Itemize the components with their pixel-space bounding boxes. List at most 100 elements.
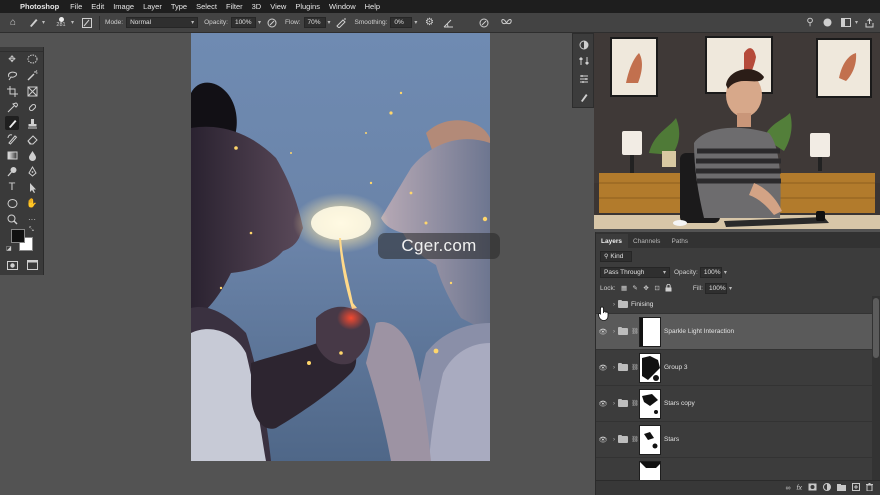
home-icon[interactable]: ⌂ — [6, 16, 20, 30]
magic-wand-tool-icon[interactable] — [25, 68, 39, 82]
menu-3d[interactable]: 3D — [252, 2, 262, 11]
menu-help[interactable]: Help — [365, 2, 380, 11]
mask-link-icon[interactable]: ⛓ — [631, 400, 639, 407]
group-expand-chevron-icon[interactable]: › — [610, 401, 618, 407]
clone-stamp-tool-icon[interactable] — [25, 116, 39, 130]
fill-chevron-icon[interactable]: ▾ — [729, 285, 732, 292]
menu-edit[interactable]: Edit — [91, 2, 104, 11]
menu-filter[interactable]: Filter — [226, 2, 243, 11]
brush-preset-chevron-icon[interactable]: ▾ — [71, 19, 74, 26]
type-tool-icon[interactable]: T — [5, 180, 19, 194]
eraser-tool-icon[interactable] — [25, 132, 39, 146]
layer-row-stars-copy[interactable]: 👁 › ⛓ Stars copy — [596, 386, 873, 422]
flow-input[interactable]: 70% — [303, 17, 326, 28]
help-icon[interactable] — [821, 16, 835, 30]
new-layer-icon[interactable] — [852, 483, 860, 493]
layer-mask-thumbnail[interactable] — [639, 352, 661, 383]
add-mask-icon[interactable] — [808, 483, 817, 493]
quick-mask-icon[interactable] — [5, 258, 19, 272]
ellipse-tool-icon[interactable] — [5, 196, 19, 210]
layer-mask-thumbnail[interactable] — [639, 316, 661, 347]
blend-mode-select[interactable]: Pass Through ▾ — [600, 266, 670, 278]
pressure-opacity-icon[interactable] — [265, 16, 279, 30]
screen-mode-icon[interactable] — [25, 258, 39, 272]
fx-icon[interactable]: fx — [797, 485, 802, 492]
smoothing-input[interactable]: 0% — [390, 17, 413, 28]
swap-colors-icon[interactable]: ⤡ — [29, 227, 34, 234]
mask-link-icon[interactable]: ⛓ — [631, 328, 639, 335]
brush-settings-icon[interactable] — [80, 16, 94, 30]
properties-panel-icon[interactable] — [578, 55, 590, 67]
smoothing-chevron-icon[interactable]: ▾ — [414, 19, 417, 26]
dodge-tool-icon[interactable] — [5, 164, 19, 178]
eye-icon[interactable]: 👁 — [596, 436, 610, 444]
menu-window[interactable]: Window — [329, 2, 356, 11]
marquee-tool-icon[interactable] — [25, 52, 39, 66]
mask-link-icon[interactable]: ⛓ — [631, 436, 639, 443]
airbrush-icon[interactable] — [335, 16, 349, 30]
menu-type[interactable]: Type — [171, 2, 187, 11]
gradient-tool-icon[interactable] — [5, 148, 19, 162]
new-group-icon[interactable] — [837, 483, 846, 493]
eyedropper-tool-icon[interactable] — [5, 100, 19, 114]
menu-select[interactable]: Select — [196, 2, 217, 11]
tab-layers[interactable]: Layers — [596, 234, 628, 248]
kind-filter-select[interactable]: ⚲ Kind — [600, 250, 632, 262]
group-expand-chevron-icon[interactable]: › — [610, 437, 618, 443]
brush-tool-icon[interactable] — [5, 116, 19, 130]
share-icon[interactable] — [862, 16, 876, 30]
hand-tool-icon[interactable]: ✋ — [25, 196, 39, 210]
link-layers-icon[interactable]: ∞ — [786, 485, 791, 492]
lock-position-icon[interactable]: ✥ — [642, 284, 651, 293]
eye-icon[interactable]: 👁 — [596, 328, 610, 336]
lock-image-pixels-icon[interactable]: ✎ — [631, 284, 640, 293]
color-panel-icon[interactable] — [578, 39, 590, 51]
menu-plugins[interactable]: Plugins — [295, 2, 320, 11]
layer-row-partial[interactable] — [596, 458, 873, 480]
menu-file[interactable]: File — [70, 2, 82, 11]
adjustment-layer-icon[interactable] — [823, 483, 831, 493]
opacity-input[interactable]: 100% — [230, 17, 256, 28]
tab-channels[interactable]: Channels — [628, 234, 666, 248]
eye-icon[interactable]: 👁 — [596, 400, 610, 408]
crop-tool-icon[interactable] — [5, 84, 19, 98]
app-name[interactable]: Photoshop — [20, 2, 59, 11]
layer-mask-thumbnail[interactable] — [639, 388, 661, 419]
layer-mask-thumbnail[interactable] — [639, 424, 661, 455]
history-brush-tool-icon[interactable] — [5, 132, 19, 146]
mode-select[interactable]: Normal ▾ — [126, 17, 199, 28]
menu-layer[interactable]: Layer — [143, 2, 162, 11]
more-tools-icon[interactable]: ··· — [25, 212, 39, 226]
smoothing-options-gear-icon[interactable]: ⚙ — [422, 16, 436, 30]
eye-icon[interactable]: 👁 — [596, 364, 610, 372]
layer-row-finising[interactable]: › Finising — [596, 296, 873, 314]
layer-opacity-input[interactable]: 100% — [699, 266, 722, 278]
blur-tool-icon[interactable] — [25, 148, 39, 162]
mask-link-icon[interactable]: ⛓ — [631, 364, 639, 371]
lock-artboard-icon[interactable]: ⊡ — [653, 284, 662, 293]
healing-brush-tool-icon[interactable] — [25, 100, 39, 114]
lock-all-icon[interactable] — [664, 284, 673, 293]
delete-layer-icon[interactable] — [866, 483, 873, 493]
default-colors-icon[interactable]: ◪ — [6, 245, 12, 252]
workspace-icon[interactable] — [839, 16, 853, 30]
pressure-size-icon[interactable] — [477, 16, 491, 30]
zoom-tool-icon[interactable] — [5, 212, 19, 226]
tool-preset-chevron-icon[interactable]: ▾ — [42, 19, 45, 26]
flow-chevron-icon[interactable]: ▾ — [328, 19, 331, 26]
lock-transparent-pixels-icon[interactable]: ▦ — [620, 284, 629, 293]
adjustments-panel-icon[interactable] — [578, 73, 590, 85]
pen-tool-icon[interactable] — [25, 164, 39, 178]
lasso-tool-icon[interactable] — [5, 68, 19, 82]
brush-settings-panel-icon[interactable] — [578, 91, 590, 103]
layer-row-group-3[interactable]: 👁 › ⛓ Group 3 — [596, 350, 873, 386]
layer-row-sparkle-light-interaction[interactable]: 👁 › ⛓ Sparkle Light Interaction — [596, 314, 873, 350]
brush-angle-icon[interactable] — [441, 16, 455, 30]
tab-paths[interactable]: Paths — [666, 234, 694, 248]
layer-row-stars[interactable]: 👁 › ⛓ Stars — [596, 422, 873, 458]
search-icon[interactable]: ⚲ — [803, 16, 817, 30]
move-tool-icon[interactable]: ✥ — [5, 52, 19, 66]
brush-tool-icon[interactable] — [26, 16, 40, 30]
fill-input[interactable]: 100% — [704, 282, 727, 294]
layer-mask-thumbnail[interactable] — [639, 460, 661, 480]
